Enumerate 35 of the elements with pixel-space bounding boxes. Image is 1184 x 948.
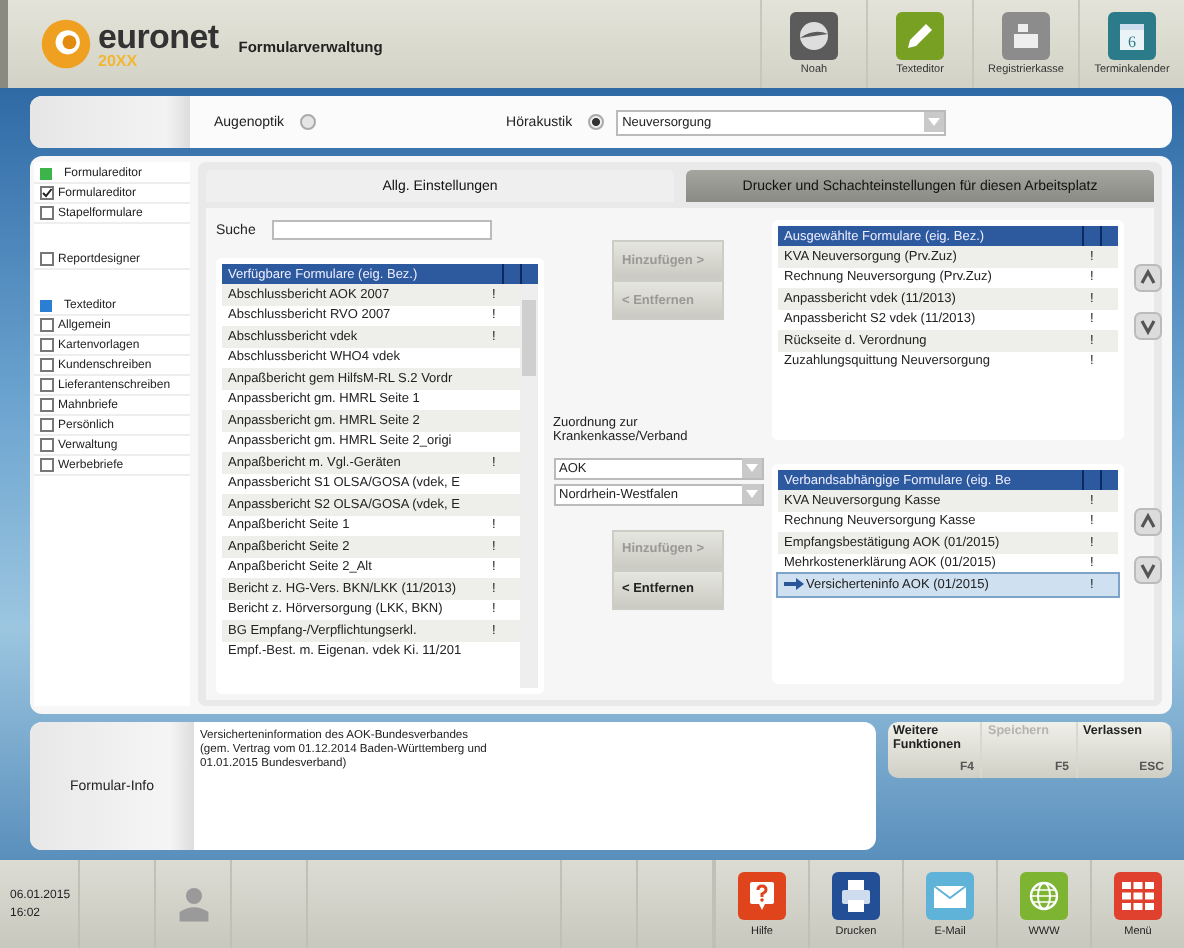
checkbox[interactable]: [40, 378, 54, 392]
logo-wordmark: euronet: [98, 19, 219, 53]
checkbox[interactable]: [40, 252, 54, 266]
help-icon: [738, 871, 786, 919]
radio-button[interactable]: [300, 114, 317, 130]
checkbox[interactable]: [40, 458, 54, 472]
checkbox[interactable]: [40, 206, 54, 220]
menu-grid-icon: [1114, 871, 1162, 919]
cash-register-icon: [1002, 12, 1050, 60]
checkbox[interactable]: [40, 418, 54, 432]
search-field[interactable]: [271, 220, 492, 240]
checkbox[interactable]: [40, 318, 54, 332]
dropdown-arrow-icon: [924, 112, 945, 132]
move-up-icon[interactable]: [1134, 508, 1162, 536]
calendar-icon: 6: [1108, 12, 1156, 60]
checkbox[interactable]: [40, 438, 54, 452]
checkbox[interactable]: [40, 398, 54, 412]
checkbox[interactable]: [40, 338, 54, 352]
globe-icon: [1020, 871, 1068, 919]
logo-subtitle: 20XX: [98, 53, 140, 69]
dropdown-arrow-icon: [741, 484, 761, 505]
envelope-icon: [926, 871, 974, 919]
scrollbar[interactable]: [520, 284, 538, 688]
radio-button[interactable]: [588, 114, 605, 130]
checkbox[interactable]: [40, 186, 54, 200]
logo-swirl-icon: [40, 18, 92, 70]
printer-icon: [832, 871, 880, 919]
swoosh-app-icon: [790, 12, 838, 60]
move-down-icon[interactable]: [1134, 556, 1162, 584]
arrow-icon: [784, 578, 804, 591]
move-down-icon[interactable]: [1134, 312, 1162, 340]
move-up-icon[interactable]: [1134, 264, 1162, 292]
checkbox[interactable]: [40, 358, 54, 372]
pencil-icon: [896, 12, 944, 60]
dropdown-arrow-icon: [741, 458, 761, 479]
